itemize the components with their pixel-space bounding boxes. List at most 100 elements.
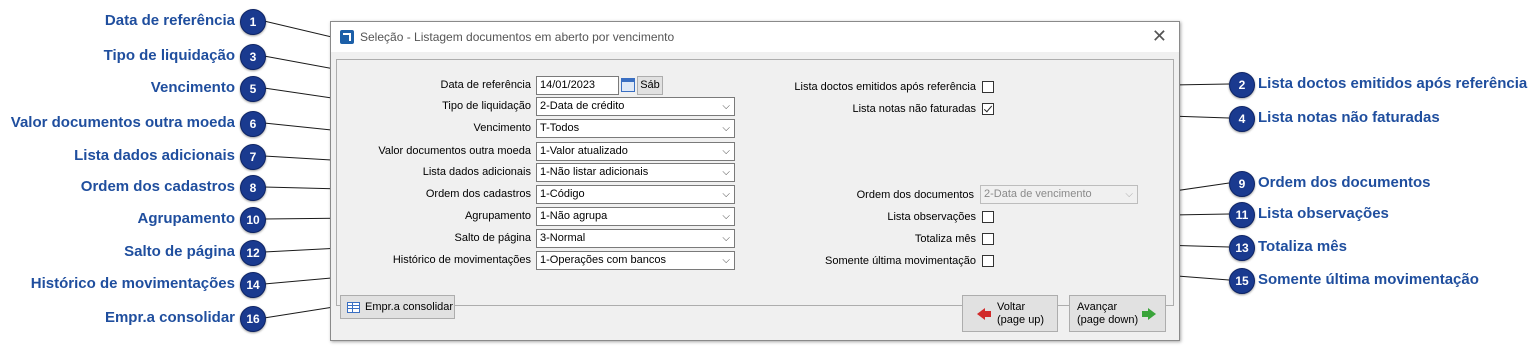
callout-label-lista-observacoes: Lista observações (1258, 205, 1389, 222)
salto-pagina-select[interactable]: 3-Normal ⌵ (536, 229, 735, 248)
callout-label-valor-outra-moeda: Valor documentos outra moeda (10, 114, 235, 131)
callout-badge-16: 16 (240, 306, 266, 332)
callout-badge-3: 3 (240, 44, 266, 70)
callout-label-empr-consolidar: Empr.a consolidar (104, 309, 235, 326)
callout-label-tipo-liquidacao: Tipo de liquidação (103, 47, 235, 64)
avancar-button[interactable]: Avançar (page down) (1069, 295, 1166, 332)
selection-dialog: Seleção - Listagem documentos em aberto … (330, 21, 1180, 341)
chevron-down-icon: ⌵ (722, 211, 730, 222)
callout-label-historico-movimentacoes: Histórico de movimentações (30, 275, 235, 292)
agrupamento-value: 1-Não agrupa (540, 210, 608, 222)
callout-label-data-referencia: Data de referência (104, 12, 235, 29)
callout-badge-2: 2 (1229, 72, 1255, 98)
back-arrow-tail (985, 311, 991, 317)
label-vencimento: Vencimento (473, 122, 531, 134)
voltar-button[interactable]: Voltar (page up) (962, 295, 1058, 332)
label-lista-observacoes: Lista observações (887, 211, 976, 223)
callout-badge-7: 7 (240, 144, 266, 170)
chevron-down-icon: ⌵ (722, 101, 730, 112)
callout-badge-9: 9 (1229, 171, 1255, 197)
callout-label-somente-ultima-mov: Somente última movimentação (1258, 271, 1479, 288)
ordem-documentos-value: 2-Data de vencimento (984, 188, 1092, 200)
callout-badge-4: 4 (1229, 106, 1255, 132)
callout-badge-11: 11 (1229, 202, 1255, 228)
callout-label-ordem-documentos: Ordem dos documentos (1258, 174, 1431, 191)
tipo-liquidacao-value: 2-Data de crédito (540, 100, 625, 112)
callout-badge-6: 6 (240, 111, 266, 137)
back-arrow-icon (977, 308, 985, 320)
lista-dados-adicionais-select[interactable]: 1-Não listar adicionais ⌵ (536, 163, 735, 182)
tipo-liquidacao-select[interactable]: 2-Data de crédito ⌵ (536, 97, 735, 116)
ordem-cadastros-value: 1-Código (540, 188, 585, 200)
callout-label-ordem-cadastros: Ordem dos cadastros (80, 178, 235, 195)
empr-consolidar-label: Empr.a consolidar (365, 301, 454, 313)
chevron-down-icon: ⌵ (1125, 189, 1133, 200)
app-icon (340, 30, 354, 44)
somente-ultima-mov-checkbox[interactable] (982, 255, 994, 267)
label-totaliza-mes: Totaliza mês (914, 233, 976, 245)
chevron-down-icon: ⌵ (722, 189, 730, 200)
chevron-down-icon: ⌵ (722, 233, 730, 244)
table-icon (347, 302, 360, 313)
callout-badge-10: 10 (240, 207, 266, 233)
valor-outra-moeda-select[interactable]: 1-Valor atualizado ⌵ (536, 142, 735, 161)
callout-label-lista-dados-adicionais: Lista dados adicionais (74, 147, 235, 164)
label-lista-dados-adicionais: Lista dados adicionais (422, 166, 531, 178)
lista-observacoes-checkbox[interactable] (982, 211, 994, 223)
callout-badge-8: 8 (240, 175, 266, 201)
label-tipo-liquidacao: Tipo de liquidação (442, 100, 531, 112)
label-valor-outra-moeda: Valor documentos outra moeda (378, 145, 531, 157)
label-ordem-documentos: Ordem dos documentos (856, 189, 974, 201)
chevron-down-icon: ⌵ (722, 146, 730, 157)
lista-doctos-emitidos-checkbox[interactable] (982, 81, 994, 93)
close-icon[interactable]: ✕ (1152, 26, 1167, 47)
chevron-down-icon: ⌵ (722, 167, 730, 178)
forward-arrow-icon (1148, 308, 1156, 320)
label-ordem-cadastros: Ordem dos cadastros (425, 188, 531, 200)
voltar-label-line2: (page up) (997, 314, 1045, 326)
callout-badge-14: 14 (240, 272, 266, 298)
callout-badge-1: 1 (240, 9, 266, 35)
label-salto-pagina: Salto de página (454, 232, 531, 244)
totaliza-mes-checkbox[interactable] (982, 233, 994, 245)
avancar-label-line1: Avançar (1077, 301, 1118, 313)
callout-label-salto-pagina: Salto de página (124, 243, 235, 260)
vencimento-select[interactable]: T-Todos ⌵ (536, 119, 735, 138)
dialog-title: Seleção - Listagem documentos em aberto … (360, 30, 675, 44)
label-data-referencia: Data de referência (440, 79, 532, 91)
chevron-down-icon: ⌵ (722, 255, 730, 266)
callout-label-lista-doctos-emitidos: Lista doctos emitidos após referência (1258, 75, 1528, 92)
salto-pagina-value: 3-Normal (540, 232, 586, 244)
historico-movimentacoes-value: 1-Operações com bancos (540, 254, 666, 266)
day-of-week-button[interactable]: Sáb (637, 76, 663, 95)
label-agrupamento: Agrupamento (464, 210, 531, 222)
callout-badge-15: 15 (1229, 268, 1255, 294)
chevron-down-icon: ⌵ (722, 123, 730, 134)
calendar-icon[interactable] (621, 78, 635, 92)
label-somente-ultima-mov: Somente última movimentação (824, 255, 976, 267)
label-lista-doctos-emitidos: Lista doctos emitidos após referência (794, 81, 976, 93)
label-lista-notas-nao-faturadas: Lista notas não faturadas (852, 103, 976, 115)
historico-movimentacoes-select[interactable]: 1-Operações com bancos ⌵ (536, 251, 735, 270)
voltar-label-line1: Voltar (997, 301, 1026, 313)
callout-badge-13: 13 (1229, 235, 1255, 261)
callout-label-totaliza-mes: Totaliza mês (1258, 238, 1347, 255)
callout-label-vencimento: Vencimento (150, 79, 235, 96)
options-panel (336, 59, 1174, 306)
avancar-label-line2: (page down) (1077, 314, 1139, 326)
callout-label-agrupamento: Agrupamento (137, 210, 236, 227)
vencimento-value: T-Todos (540, 122, 580, 134)
lista-dados-adicionais-value: 1-Não listar adicionais (540, 166, 649, 178)
callout-label-lista-notas-nao-faturadas: Lista notas não faturadas (1258, 109, 1440, 126)
dialog-titlebar: Seleção - Listagem documentos em aberto … (331, 22, 1179, 52)
ordem-cadastros-select[interactable]: 1-Código ⌵ (536, 185, 735, 204)
callout-badge-5: 5 (240, 76, 266, 102)
valor-outra-moeda-value: 1-Valor atualizado (540, 145, 628, 157)
lista-notas-nao-faturadas-checkbox[interactable] (982, 103, 994, 115)
callout-badge-12: 12 (240, 240, 266, 266)
data-referencia-input[interactable]: 14/01/2023 (536, 76, 619, 95)
label-historico-movimentacoes: Histórico de movimentações (392, 254, 531, 266)
empr-consolidar-button[interactable]: Empr.a consolidar (340, 295, 455, 319)
agrupamento-select[interactable]: 1-Não agrupa ⌵ (536, 207, 735, 226)
ordem-documentos-select[interactable]: 2-Data de vencimento ⌵ (980, 185, 1138, 204)
